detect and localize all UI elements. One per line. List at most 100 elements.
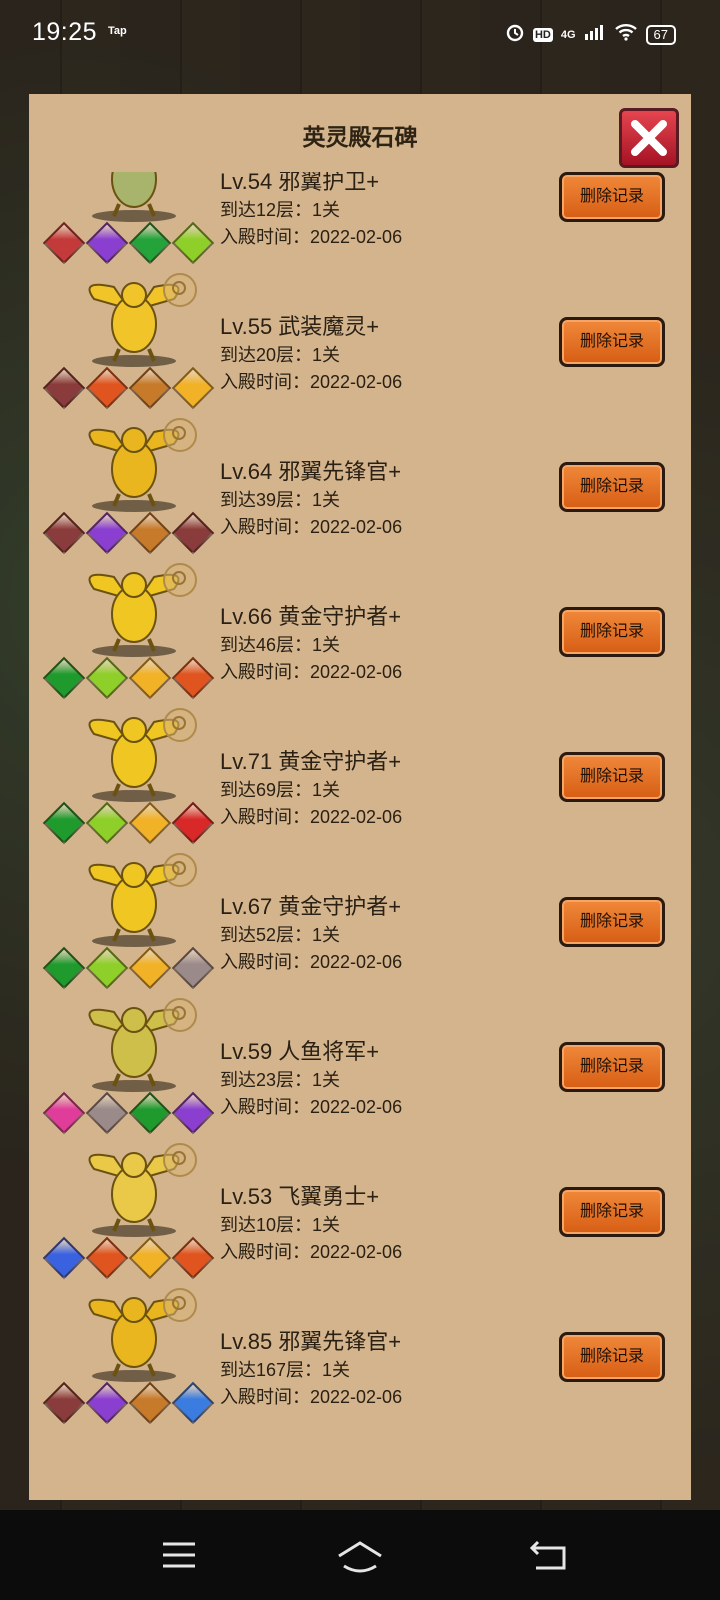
gem-icon <box>171 656 215 700</box>
gem-icon <box>85 1381 129 1425</box>
floor-reached: 到达167层：1关 <box>220 1360 351 1380</box>
gem-icon <box>85 1236 129 1280</box>
network-label: 4G <box>560 28 576 41</box>
record-row: Lv.59 人鱼将军+ 到达23层：1关 入殿时间：2022-02-06 删除记录 <box>29 994 691 1142</box>
gem-icon <box>42 1236 86 1280</box>
entry-date: 入殿时间：2022-02-06 <box>220 1387 403 1407</box>
magnifier-icon[interactable] <box>163 1143 197 1177</box>
close-button[interactable] <box>619 108 679 168</box>
magnifier-icon[interactable] <box>163 998 197 1032</box>
gem-icon <box>128 511 172 555</box>
delete-record-button[interactable]: 删除记录 <box>559 607 665 657</box>
back-icon[interactable] <box>529 1540 568 1575</box>
gem-icon <box>128 221 172 265</box>
stele-panel: 英灵殿石碑 Lv.54 邪翼护卫+ 到达12层：1关 入殿时间：2022-02-06… <box>29 94 691 1500</box>
home-icon[interactable] <box>336 1540 384 1579</box>
magnifier-icon[interactable] <box>163 418 197 452</box>
record-row: Lv.66 黄金守护者+ 到达46层：1关 入殿时间：2022-02-06 删除记录 <box>29 559 691 707</box>
tap-indicator: Tap <box>108 25 127 37</box>
hero-name: Lv.59 人鱼将军+ <box>220 1039 380 1064</box>
hero-name: Lv.71 黄金守护者+ <box>220 749 402 774</box>
gem-icon <box>171 1091 215 1135</box>
delete-record-button[interactable]: 删除记录 <box>559 1332 665 1382</box>
entry-date: 入殿时间：2022-02-06 <box>220 662 403 682</box>
record-row: Lv.71 黄金守护者+ 到达69层：1关入殿时间：2022-02-06 删除记录 <box>29 704 691 852</box>
gem-icon <box>85 1091 129 1135</box>
gem-icon <box>85 221 129 265</box>
battery-indicator: 67 <box>645 24 676 45</box>
magnifier-icon[interactable] <box>163 563 197 597</box>
floor-reached: 到达69层：1关 <box>220 780 341 800</box>
hd-icon: HD <box>532 27 553 42</box>
gem-icon <box>85 656 129 700</box>
gem-icon <box>85 511 129 555</box>
gem-icon <box>128 1236 172 1280</box>
gem-icon <box>128 366 172 410</box>
record-row: Lv.64 邪翼先锋官+ 到达39层：1关 入殿时间：2022-02-06 删除记录 <box>29 414 691 562</box>
gem-slots <box>42 366 225 410</box>
gem-slots <box>42 1381 225 1425</box>
gem-icon <box>128 656 172 700</box>
delete-record-button[interactable]: 删除记录 <box>559 1187 665 1237</box>
gem-icon <box>128 1381 172 1425</box>
gem-icon <box>171 1381 215 1425</box>
delete-record-button[interactable]: 删除记录 <box>559 462 665 512</box>
hero-name: Lv.85 邪翼先锋官+ <box>220 1329 402 1354</box>
delete-record-button[interactable]: 删除记录 <box>559 897 665 947</box>
delete-record-button[interactable]: 删除记录 <box>559 317 665 367</box>
magnifier-icon[interactable] <box>163 1288 197 1322</box>
gem-icon <box>85 946 129 990</box>
gem-icon <box>42 511 86 555</box>
gem-slots <box>42 801 225 845</box>
gem-icon <box>128 946 172 990</box>
entry-date: 入殿时间：2022-02-06 <box>220 372 403 392</box>
gem-icon <box>171 366 215 410</box>
magnifier-icon[interactable] <box>163 708 197 742</box>
magnifier-icon[interactable] <box>163 853 197 887</box>
entry-date: 入殿时间：2022-02-06 <box>220 952 403 972</box>
record-row: Lv.55 武装魔灵+ 到达20层：1关 入殿时间：2022-02-06 删除记录 <box>29 269 691 417</box>
gem-slots <box>42 511 225 555</box>
gem-slots <box>42 221 225 265</box>
gem-icon <box>42 366 86 410</box>
gem-icon <box>171 1236 215 1280</box>
record-row: Lv.85 邪翼先锋官+ 到达167层：1关入殿时间：2022-02-06 删除记录 <box>29 1284 691 1432</box>
delete-record-button[interactable]: 删除记录 <box>559 752 665 802</box>
gem-icon <box>171 511 215 555</box>
record-row: Lv.54 邪翼护卫+ 到达12层：1关 入殿时间：2022-02-06 删除记录 <box>29 172 691 272</box>
entry-date: 入殿时间：2022-02-06 <box>220 1097 403 1117</box>
gem-icon <box>171 801 215 845</box>
gem-slots <box>42 656 225 700</box>
gem-slots <box>42 1091 225 1135</box>
delete-record-button[interactable]: 删除记录 <box>559 172 665 222</box>
gem-icon <box>42 1381 86 1425</box>
gem-icon <box>85 801 129 845</box>
gem-icon <box>42 221 86 265</box>
entry-date: 入殿时间：2022-02-06 <box>220 517 403 537</box>
hero-portrait <box>59 172 209 226</box>
gem-icon <box>171 946 215 990</box>
delete-record-button[interactable]: 删除记录 <box>559 1042 665 1092</box>
gem-icon <box>171 221 215 265</box>
magnifier-icon[interactable] <box>163 273 197 307</box>
menu-icon[interactable] <box>162 1540 196 1575</box>
alarm-icon <box>505 22 525 47</box>
status-time: 19:25 <box>32 18 98 46</box>
gem-icon <box>85 366 129 410</box>
record-row: Lv.67 黄金守护者+ 到达52层：1关 入殿时间：2022-02-06 删除记录 <box>29 849 691 997</box>
entry-date: 入殿时间：2022-02-06 <box>220 807 403 827</box>
signal-icon <box>584 24 606 45</box>
gem-icon <box>42 656 86 700</box>
status-icons: HD 4G 67 <box>505 22 676 47</box>
gem-icon <box>42 946 86 990</box>
hero-name: Lv.54 邪翼护卫+ <box>220 172 380 194</box>
record-row: Lv.53 飞翼勇士+ 到达10层：1关 入殿时间：2022-02-06 删除记录 <box>29 1139 691 1287</box>
gem-icon <box>128 1091 172 1135</box>
close-icon <box>631 120 667 156</box>
system-nav-bar <box>0 1510 720 1600</box>
record-list[interactable]: Lv.54 邪翼护卫+ 到达12层：1关 入殿时间：2022-02-06 删除记录 Lv… <box>29 172 691 1500</box>
panel-title: 英灵殿石碑 <box>302 124 418 150</box>
floor-reached: 到达52层：1关 <box>220 925 341 945</box>
gem-icon <box>42 1091 86 1135</box>
gem-icon <box>128 801 172 845</box>
